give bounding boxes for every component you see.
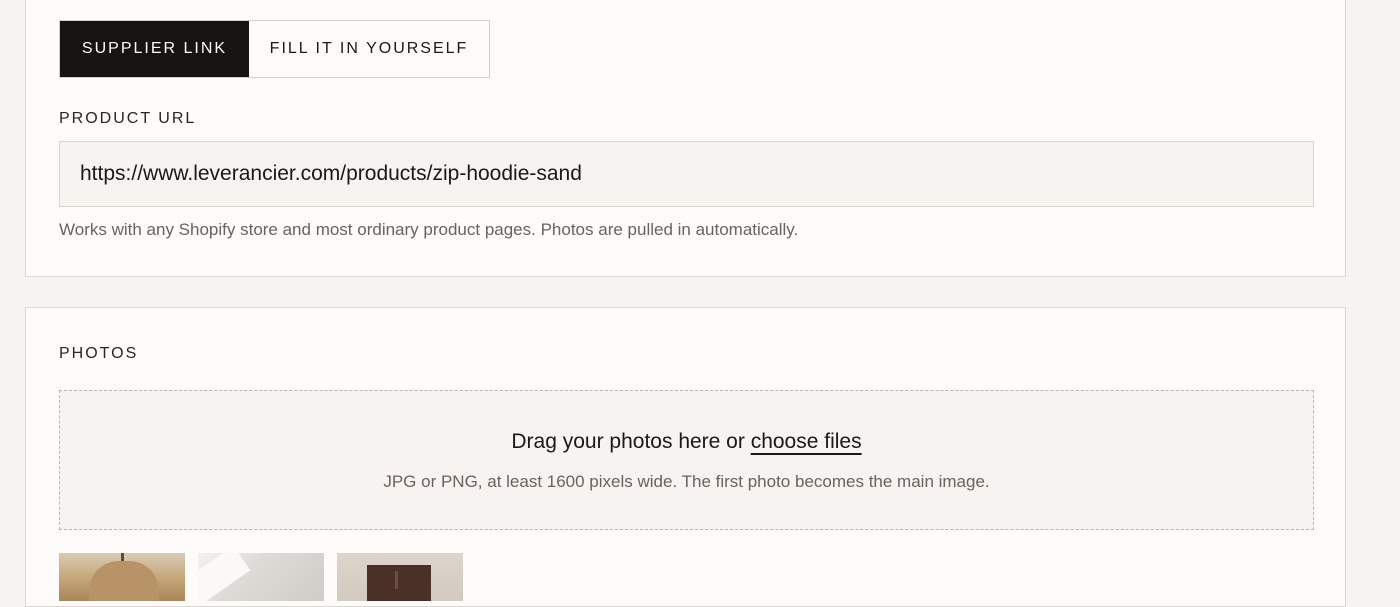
pants-photo-icon [367,565,431,601]
photos-card: PHOTOS Drag your photos here or choose f… [25,307,1346,607]
photo-thumbnail-2[interactable] [198,553,324,601]
photo-dropzone[interactable]: Drag your photos here or choose files JP… [59,390,1314,530]
product-url-help-text: Works with any Shopify store and most or… [59,220,799,239]
dropzone-instruction-prefix: Drag your photos here or [511,430,751,453]
fill-it-in-yourself-tab[interactable]: FILL IT IN YOURSELF [249,21,489,77]
hoodie-shape [89,561,159,601]
source-mode-toggle: SUPPLIER LINK FILL IT IN YOURSELF [59,20,490,78]
photo-thumbnail-3[interactable] [337,553,463,601]
dropzone-instruction: Drag your photos here or choose files [60,430,1313,454]
supplier-source-card: SUPPLIER LINK FILL IT IN YOURSELF PRODUC… [25,0,1346,277]
product-url-label: PRODUCT URL [59,110,197,127]
choose-files-link[interactable]: choose files [751,430,862,453]
photo-thumbnail-1[interactable] [59,553,185,601]
fabric-photo-icon [198,553,251,601]
photos-label: PHOTOS [59,345,139,362]
dropzone-hint: JPG or PNG, at least 1600 pixels wide. T… [383,472,990,491]
pants-drawstring [395,571,398,589]
photo-thumbnails [59,553,463,601]
supplier-link-tab[interactable]: SUPPLIER LINK [60,21,249,77]
product-url-input[interactable] [59,141,1314,207]
